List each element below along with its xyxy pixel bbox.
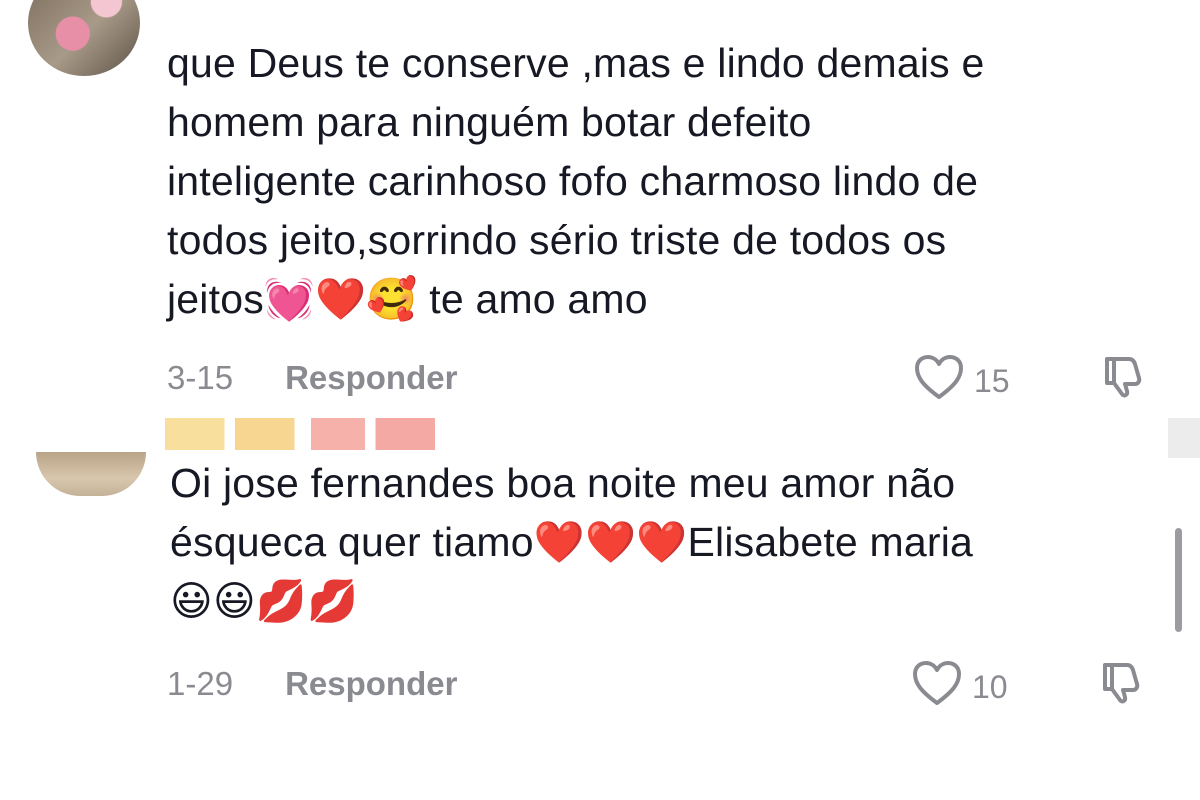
dislike-button[interactable] [1094, 658, 1146, 710]
avatar[interactable] [36, 452, 146, 496]
partially-visible-emoji-row [165, 418, 435, 450]
heart-outline-icon [914, 354, 964, 408]
heart-outline-icon [912, 660, 962, 714]
reply-button[interactable]: Responder [285, 665, 457, 703]
comment-text: que Deus te conserve ,mas e lindo demais… [167, 40, 985, 322]
dislike-button[interactable] [1096, 352, 1148, 404]
like-count: 10 [972, 668, 1008, 705]
comment-date: 1-29 [167, 665, 234, 702]
comment-text: Oi jose fernandes boa noite meu amor não… [170, 460, 974, 624]
reply-button[interactable]: Responder [285, 359, 457, 397]
top-fade [0, 0, 1200, 34]
like-count: 15 [974, 362, 1010, 399]
scrollbar[interactable] [1175, 528, 1182, 632]
comment-meta: 3-15 Responder [167, 358, 457, 398]
like-button[interactable]: 10 [912, 660, 1008, 714]
comment-date: 3-15 [167, 359, 234, 396]
edge-shade [1168, 418, 1200, 458]
thumbs-down-icon [1097, 659, 1143, 710]
avatar[interactable] [28, 0, 140, 76]
thumbs-down-icon [1099, 353, 1145, 404]
comment-meta: 1-29 Responder [167, 664, 457, 704]
like-button[interactable]: 15 [914, 354, 1010, 408]
